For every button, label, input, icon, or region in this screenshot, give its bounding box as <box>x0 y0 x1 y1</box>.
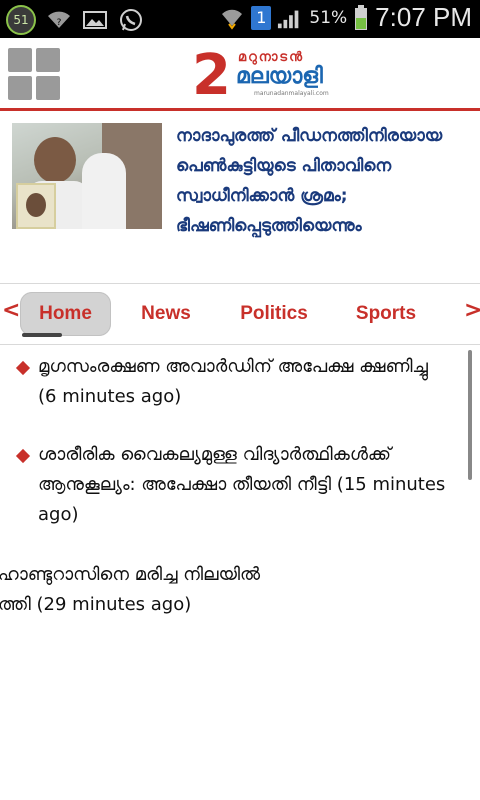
clock: 7:07 PM <box>375 2 472 32</box>
logo-text-top: മറുനാടൻ <box>238 50 304 65</box>
app-header: 2 മറുനാടൻ മലയാളി marunadanmalayali.com <box>0 38 480 111</box>
grid-cell-icon <box>36 48 60 72</box>
battery-percent: 51% <box>309 7 348 28</box>
grid-cell-icon <box>36 76 60 100</box>
menu-grid-button[interactable] <box>8 48 60 100</box>
tab-news[interactable]: News <box>128 292 204 336</box>
svg-text:2: 2 <box>192 46 231 98</box>
site-logo[interactable]: 2 മറുനാടൻ മലയാളി marunadanmalayali.com <box>190 46 340 98</box>
list-item[interactable]: മൃഗസംരക്ഷണ അവാർഡിന് അപേക്ഷ ക്ഷണിച്ചു (6 … <box>38 352 438 412</box>
list-item-line1: ഹാണ്ടുറാസിനെ മരിച്ച നിലയിൽ <box>0 564 261 585</box>
logo-mark-icon: 2 <box>192 46 231 98</box>
bullet-icon <box>15 448 31 464</box>
inset-portrait <box>16 183 56 229</box>
bullet-icon <box>15 360 31 376</box>
featured-photo <box>12 123 162 229</box>
tabs-prev-icon[interactable]: < <box>2 298 20 323</box>
battery-icon <box>353 4 369 30</box>
scrollbar[interactable] <box>468 350 472 480</box>
category-tabs: < Home News Politics Sports > <box>0 283 480 345</box>
status-bar: 51 ? 1 51% 7:07 PM <box>0 0 480 38</box>
signal-icon <box>277 7 303 29</box>
wifi-icon: ? <box>46 9 72 31</box>
image-icon <box>82 9 108 31</box>
tabs-next-icon[interactable]: > <box>464 298 480 323</box>
news-list: മൃഗസംരക്ഷണ അവാർഡിന് അപേക്ഷ ക്ഷണിച്ചു (6 … <box>0 344 480 800</box>
tab-politics[interactable]: Politics <box>226 292 322 336</box>
svg-text:?: ? <box>57 18 62 28</box>
featured-story[interactable]: നാദാപുരത്ത് പീഡനത്തിനിരയായ പെൺകുട്ടിയുടെ… <box>0 111 480 283</box>
tab-home[interactable]: Home <box>20 292 111 336</box>
tab-sports[interactable]: Sports <box>344 292 428 336</box>
sim-badge-icon: 1 <box>251 5 272 30</box>
list-item[interactable]: ഹാണ്ടുറാസിനെ മരിച്ച നിലയിൽ ത്തി (29 minu… <box>0 560 478 620</box>
grid-cell-icon <box>8 76 32 100</box>
logo-text-main: മലയാളി <box>236 64 323 89</box>
status-left: 51 ? <box>6 5 144 35</box>
featured-headline[interactable]: നാദാപുരത്ത് പീഡനത്തിനിരയായ പെൺകുട്ടിയുടെ… <box>176 121 456 241</box>
status-right: 1 51% 7:07 PM <box>219 2 472 33</box>
notification-count-icon: 51 <box>6 5 36 35</box>
grid-cell-icon <box>8 48 32 72</box>
list-item-line2: ത്തി (29 minutes ago) <box>0 594 192 615</box>
logo-url: marunadanmalayali.com <box>254 90 329 97</box>
whatsapp-icon <box>118 9 144 31</box>
wifi-data-icon <box>219 7 245 30</box>
list-item[interactable]: ശാരീരിക വൈകല്യമുള്ള വിദ്യാർത്ഥികൾക്ക് ആന… <box>38 440 458 530</box>
tab-active-indicator <box>22 333 62 337</box>
